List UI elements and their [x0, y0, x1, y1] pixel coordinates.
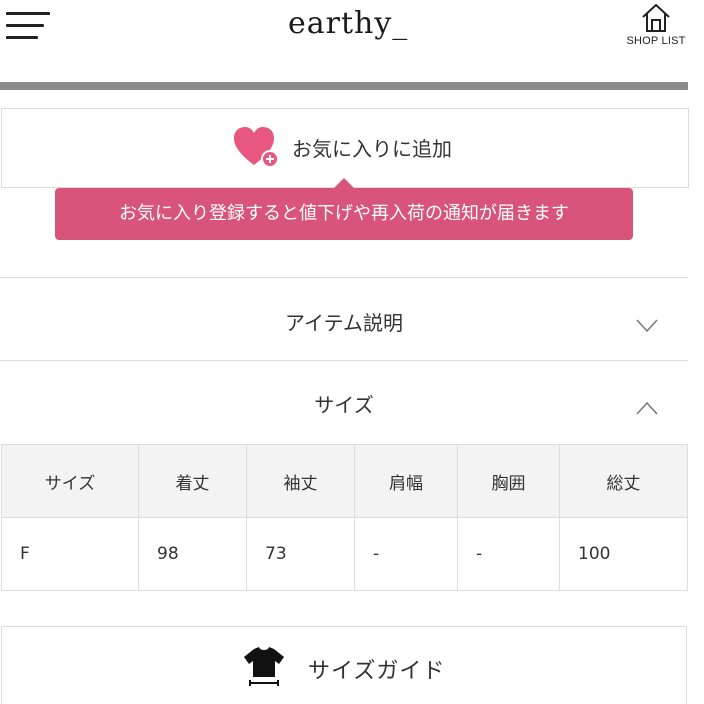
header-cell-total-length: 総丈	[559, 444, 688, 518]
header-cell-sleeve: 袖丈	[246, 444, 355, 518]
add-to-favorites-label: お気に入りに追加	[292, 137, 452, 161]
shop-list-button[interactable]: SHOP LIST	[618, 2, 694, 54]
chevron-up-icon	[636, 401, 658, 415]
favorite-tooltip: お気に入り登録すると値下げや再入荷の通知が届きます	[55, 188, 633, 240]
chevron-down-icon	[636, 319, 658, 333]
table-header-row: サイズ 着丈 袖丈 肩幅 胸囲 総丈	[1, 444, 688, 518]
item-description-title: アイテム説明	[285, 311, 403, 335]
hamburger-menu-icon[interactable]	[6, 12, 50, 42]
shop-list-label: SHOP LIST	[626, 35, 686, 47]
header-cell-chest: 胸囲	[457, 444, 560, 518]
brand-logo[interactable]: earthy_	[288, 6, 408, 41]
table-cell: F	[1, 517, 139, 591]
size-guide-button[interactable]: サイズガイド	[1, 626, 687, 704]
header-cell-size: サイズ	[1, 444, 139, 518]
tooltip-arrow	[334, 178, 354, 188]
size-title: サイズ	[314, 393, 374, 417]
size-accordion[interactable]: サイズ	[0, 360, 688, 444]
size-guide-label: サイズガイド	[308, 659, 446, 684]
table-cell: 73	[246, 517, 355, 591]
heart-plus-icon	[234, 127, 279, 168]
table-cell: 98	[138, 517, 247, 591]
table-row: F 98 73 - - 100	[1, 517, 688, 591]
house-icon	[642, 4, 670, 32]
header-divider	[0, 82, 688, 90]
item-description-accordion[interactable]: アイテム説明	[0, 277, 688, 360]
header: earthy_ SHOP LIST	[0, 0, 704, 80]
table-cell: -	[457, 517, 560, 591]
header-cell-length: 着丈	[138, 444, 247, 518]
header-cell-shoulder: 肩幅	[354, 444, 458, 518]
size-table: サイズ 着丈 袖丈 肩幅 胸囲 総丈 F 98 73 - - 100	[1, 444, 688, 591]
tshirt-measure-icon	[244, 647, 284, 686]
table-cell: 100	[559, 517, 688, 591]
table-cell: -	[354, 517, 458, 591]
add-to-favorites-button[interactable]: お気に入りに追加	[1, 108, 689, 188]
